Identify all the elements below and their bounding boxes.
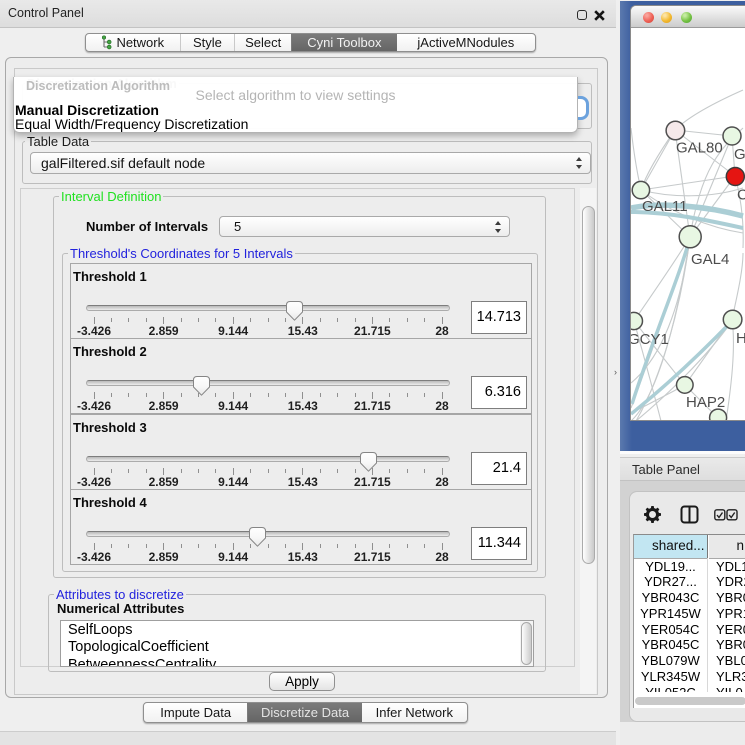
svg-text:H: H: [736, 330, 745, 347]
svg-text:GAL80: GAL80: [676, 140, 723, 157]
svg-text:GAL11: GAL11: [642, 198, 688, 215]
svg-text:GA: GA: [734, 146, 745, 163]
svg-text:C: C: [737, 187, 745, 204]
svg-text:HAP2: HAP2: [686, 394, 725, 411]
svg-text:GCY1: GCY1: [631, 331, 669, 348]
svg-text:GAL4: GAL4: [691, 251, 729, 268]
